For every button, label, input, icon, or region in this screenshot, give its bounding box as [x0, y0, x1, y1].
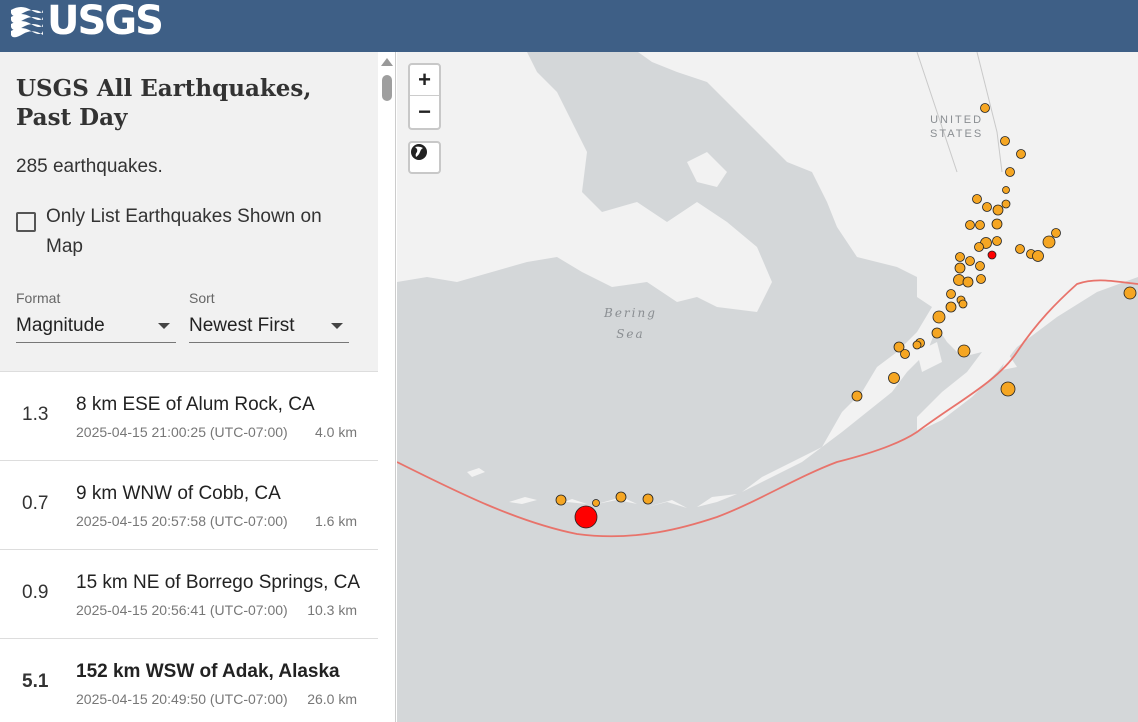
earthquake-list: 1.3 8 km ESE of Alum Rock, CA 2025-04-15…: [0, 372, 378, 722]
sidebar-scrollbar[interactable]: [378, 52, 396, 722]
usgs-wave-icon: [9, 4, 45, 38]
earthquake-map[interactable]: UNITED STATES Bering Sea + −: [397, 52, 1138, 722]
timestamp: 2025-04-15 20:57:58 (UTC-07:00): [76, 513, 288, 529]
zoom-out-button[interactable]: −: [410, 96, 439, 127]
format-value: Magnitude: [16, 315, 105, 336]
scroll-up-arrow-icon[interactable]: [381, 58, 393, 66]
zoom-in-button[interactable]: +: [410, 65, 439, 96]
depth: 4.0 km: [314, 424, 357, 440]
chevron-down-icon: [331, 323, 343, 329]
list-item[interactable]: 0.9 15 km NE of Borrego Springs, CA 2025…: [0, 550, 378, 639]
sidebar: USGS All Earthquakes, Past Day 285 earth…: [0, 52, 378, 722]
map-canvas[interactable]: [397, 52, 1138, 722]
list-item[interactable]: 0.7 9 km WNW of Cobb, CA 2025-04-15 20:5…: [0, 461, 378, 550]
depth: 1.6 km: [314, 513, 357, 529]
chevron-down-icon: [158, 323, 170, 329]
header: USGS: [0, 0, 1138, 52]
usgs-logo[interactable]: USGS: [9, 0, 164, 44]
globe-icon: [411, 144, 427, 160]
sea-label: Bering Sea: [604, 306, 657, 341]
timestamp: 2025-04-15 20:56:41 (UTC-07:00): [76, 602, 288, 618]
magnitude: 0.9: [22, 582, 49, 603]
only-list-shown-label: Only List Earthquakes Shown on Map: [46, 206, 322, 257]
sort-caption: Sort: [189, 290, 215, 306]
magnitude: 1.3: [22, 404, 49, 425]
place: 152 km WSW of Adak, Alaska: [76, 661, 340, 682]
only-list-shown-toggle[interactable]: Only List Earthquakes Shown on Map: [16, 202, 362, 262]
globe-button[interactable]: [408, 141, 441, 174]
place: 15 km NE of Borrego Springs, CA: [76, 572, 361, 593]
list-item[interactable]: 1.3 8 km ESE of Alum Rock, CA 2025-04-15…: [0, 372, 378, 461]
list-item[interactable]: 5.1 152 km WSW of Adak, Alaska 2025-04-1…: [0, 639, 378, 722]
sort-select[interactable]: Sort Newest First: [189, 290, 349, 343]
timestamp: 2025-04-15 20:49:50 (UTC-07:00): [76, 691, 288, 707]
depth: 26.0 km: [307, 691, 357, 707]
sort-value: Newest First: [189, 315, 295, 336]
logo-text: USGS: [47, 0, 164, 44]
magnitude: 0.7: [22, 493, 49, 514]
magnitude: 5.1: [22, 671, 49, 692]
list-controls: USGS All Earthquakes, Past Day 285 earth…: [0, 52, 378, 372]
place: 8 km ESE of Alum Rock, CA: [76, 394, 315, 415]
zoom-control: + −: [408, 63, 441, 130]
format-select[interactable]: Format Magnitude: [16, 290, 176, 343]
depth: 10.3 km: [307, 602, 357, 618]
timestamp: 2025-04-15 21:00:25 (UTC-07:00): [76, 424, 288, 440]
scrollbar-thumb[interactable]: [382, 75, 392, 101]
only-list-shown-checkbox[interactable]: [16, 212, 36, 232]
place: 9 km WNW of Cobb, CA: [76, 483, 281, 504]
earthquake-count: 285 earthquakes.: [16, 156, 163, 177]
format-caption: Format: [16, 290, 61, 306]
country-label: UNITED STATES: [930, 114, 984, 140]
page-title: USGS All Earthquakes, Past Day: [16, 75, 312, 131]
